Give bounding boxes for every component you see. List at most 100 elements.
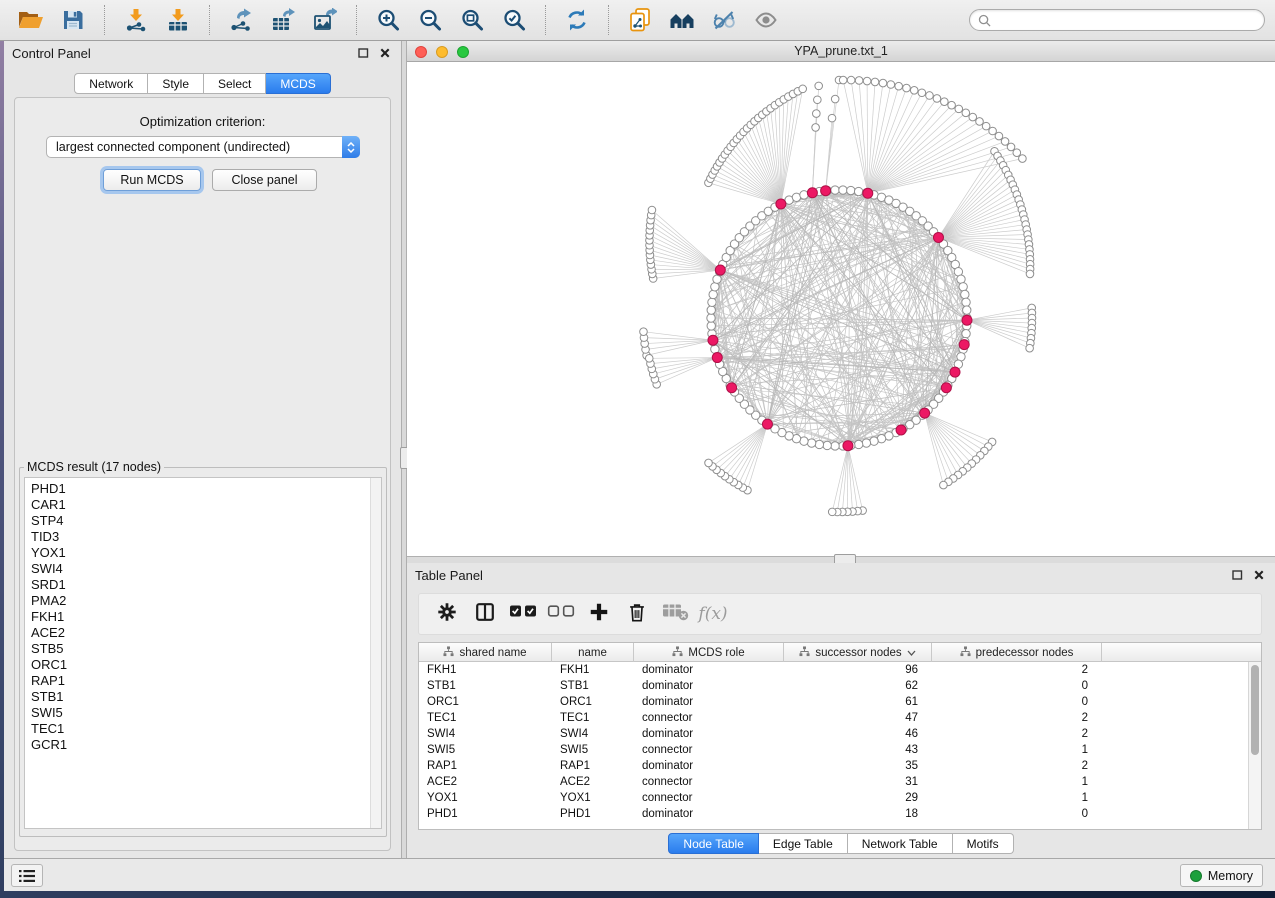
graph-leaf-node[interactable] (962, 109, 970, 117)
tab-node-table[interactable]: Node Table (668, 833, 759, 854)
show-panels-button[interactable] (749, 4, 783, 36)
graph-node[interactable] (963, 306, 971, 314)
table-row[interactable]: YOX1YOX1connector291 (419, 790, 1261, 806)
graph-node[interactable] (823, 441, 831, 449)
tab-network-table[interactable]: Network Table (848, 833, 953, 854)
graph-leaf-node[interactable] (799, 85, 807, 93)
graph-node[interactable] (807, 439, 815, 447)
graph-leaf-node[interactable] (933, 95, 941, 103)
graph-node[interactable] (854, 440, 862, 448)
refresh-layout-button[interactable] (560, 4, 594, 36)
graph-leaf-node[interactable] (1013, 149, 1021, 157)
graph-hub-node[interactable] (941, 383, 951, 393)
graph-leaf-node[interactable] (855, 77, 863, 85)
window-close-light[interactable] (415, 46, 427, 58)
graph-node[interactable] (800, 191, 808, 199)
graph-hub-node[interactable] (807, 188, 817, 198)
float-table-panel-icon[interactable] (1229, 567, 1245, 583)
graph-node[interactable] (707, 306, 715, 314)
table-scrollbar-thumb[interactable] (1251, 665, 1259, 755)
graph-node[interactable] (831, 442, 839, 450)
column-header-shared-name[interactable]: shared name (419, 643, 552, 662)
tab-style[interactable]: Style (148, 73, 204, 94)
graph-hub-node[interactable] (962, 315, 972, 325)
graph-node[interactable] (831, 186, 839, 194)
mcds-result-list[interactable]: PHD1CAR1STP4TID3YOX1SWI4SRD1PMA2FKH1ACE2… (24, 477, 382, 829)
graph-node[interactable] (957, 275, 965, 283)
select-all-button[interactable] (505, 598, 541, 630)
close-table-panel-icon[interactable] (1251, 567, 1267, 583)
tab-network[interactable]: Network (74, 73, 148, 94)
graph-leaf-node[interactable] (989, 127, 997, 135)
graph-hub-node[interactable] (950, 367, 960, 377)
graph-leaf-node[interactable] (955, 105, 963, 113)
column-header-predecessor-nodes[interactable]: predecessor nodes (932, 643, 1102, 662)
graph-node[interactable] (959, 283, 967, 291)
window-minimize-light[interactable] (436, 46, 448, 58)
graph-leaf-node[interactable] (813, 110, 821, 118)
graph-node[interactable] (707, 314, 715, 322)
export-table-button[interactable] (266, 4, 300, 36)
graph-leaf-node[interactable] (903, 84, 911, 92)
add-column-button[interactable] (581, 598, 617, 630)
table-row[interactable]: STB1STB1dominator620 (419, 678, 1261, 694)
table-row[interactable]: PHD1PHD1dominator180 (419, 806, 1261, 822)
graph-hub-node[interactable] (762, 419, 772, 429)
graph-hub-node[interactable] (920, 408, 930, 418)
graph-hub-node[interactable] (727, 383, 737, 393)
tab-select[interactable]: Select (204, 73, 266, 94)
graph-hub-node[interactable] (776, 199, 786, 209)
graph-leaf-node[interactable] (705, 459, 713, 467)
open-file-button[interactable] (14, 4, 48, 36)
deselect-all-button[interactable] (543, 598, 579, 630)
graph-leaf-node[interactable] (969, 113, 977, 121)
tab-mcds[interactable]: MCDS (266, 73, 330, 94)
graph-leaf-node[interactable] (879, 79, 887, 87)
graph-leaf-node[interactable] (828, 114, 836, 122)
graph-leaf-node[interactable] (871, 78, 879, 86)
settings-button[interactable] (429, 598, 465, 630)
graph-hub-node[interactable] (821, 186, 831, 196)
zoom-selected-button[interactable] (497, 4, 531, 36)
graph-hub-node[interactable] (959, 340, 969, 350)
graph-leaf-node[interactable] (1026, 270, 1034, 278)
search-box[interactable] (969, 9, 1265, 31)
save-session-button[interactable] (56, 4, 90, 36)
graph-hub-node[interactable] (933, 232, 943, 242)
network-graph[interactable] (407, 62, 1275, 556)
graph-node[interactable] (709, 290, 717, 298)
table-row[interactable]: FKH1FKH1dominator962 (419, 662, 1261, 678)
search-input[interactable] (996, 13, 1256, 27)
import-table-button[interactable] (161, 4, 195, 36)
graph-leaf-node[interactable] (910, 87, 918, 95)
graph-node[interactable] (962, 330, 970, 338)
graph-leaf-node[interactable] (839, 76, 847, 84)
tab-motifs[interactable]: Motifs (953, 833, 1014, 854)
graph-leaf-node[interactable] (814, 96, 822, 104)
window-zoom-light[interactable] (457, 46, 469, 58)
graph-node[interactable] (870, 437, 878, 445)
graph-hub-node[interactable] (896, 425, 906, 435)
graph-leaf-node[interactable] (648, 206, 656, 214)
graph-leaf-node[interactable] (941, 98, 949, 106)
graph-leaf-node[interactable] (847, 76, 855, 84)
graph-hub-node[interactable] (863, 188, 873, 198)
close-panel-button[interactable]: Close panel (212, 169, 317, 191)
table-row[interactable]: SWI4SWI4dominator462 (419, 726, 1261, 742)
network-window-titlebar[interactable]: YPA_prune.txt_1 (407, 41, 1275, 62)
graph-leaf-node[interactable] (828, 508, 836, 516)
table-row[interactable]: TEC1TEC1connector472 (419, 710, 1261, 726)
graph-hub-node[interactable] (715, 265, 725, 275)
graph-leaf-node[interactable] (812, 124, 820, 132)
graph-leaf-node[interactable] (887, 81, 895, 89)
table-row[interactable]: ORC1ORC1dominator610 (419, 694, 1261, 710)
graph-node[interactable] (862, 439, 870, 447)
table-scrollbar[interactable] (1248, 662, 1261, 829)
graph-leaf-node[interactable] (918, 89, 926, 97)
export-network-button[interactable] (224, 4, 258, 36)
network-canvas[interactable] (407, 62, 1275, 556)
float-panel-icon[interactable] (355, 45, 371, 61)
table-row[interactable]: RAP1RAP1dominator352 (419, 758, 1261, 774)
table-row[interactable]: SWI5SWI5connector431 (419, 742, 1261, 758)
graph-leaf-node[interactable] (948, 101, 956, 109)
